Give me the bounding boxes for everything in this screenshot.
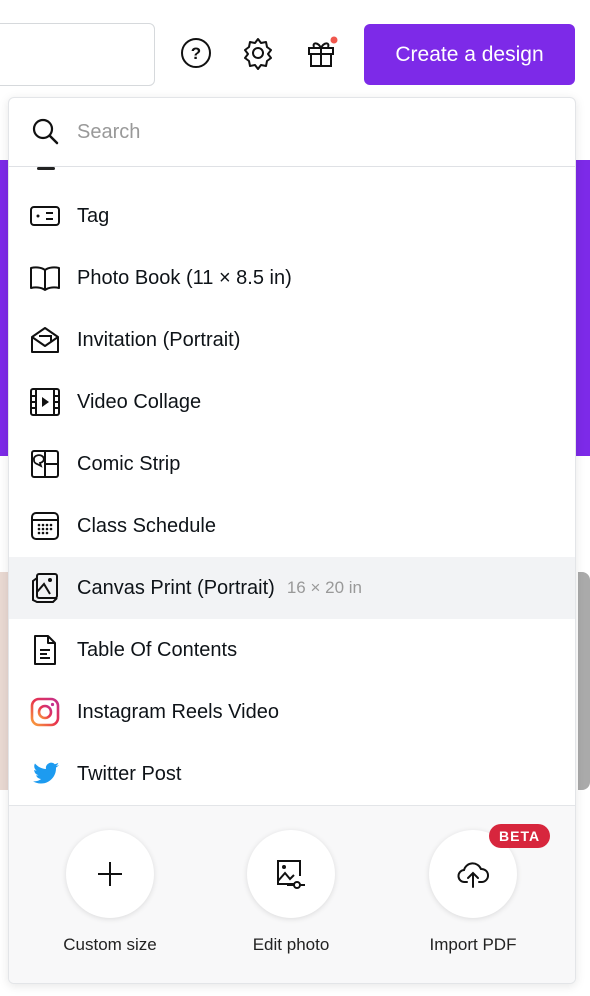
beta-badge: BETA	[489, 824, 551, 848]
list-item-tag[interactable]: Tag	[9, 185, 575, 247]
list-item-photo-book[interactable]: Photo Book (11 × 8.5 in)	[9, 247, 575, 309]
search-icon	[32, 118, 59, 145]
item-label: Canvas Print (Portrait)	[77, 576, 275, 599]
item-dimensions: 16 × 20 in	[286, 578, 362, 597]
action-label: Custom size	[63, 935, 157, 954]
create-design-button[interactable]: Create a design	[364, 24, 575, 85]
create-design-dropdown: Tag Photo Book (11 × 8.5 in) Invitation …	[8, 97, 576, 984]
dropdown-search	[9, 98, 575, 167]
custom-size-button[interactable]	[66, 830, 154, 918]
custom-size-action[interactable]: Custom size	[40, 830, 180, 955]
edit-photo-button[interactable]	[247, 830, 335, 918]
gift-icon[interactable]	[304, 36, 338, 70]
item-label: Table Of Contents	[77, 638, 238, 661]
cloud-upload-icon	[457, 862, 489, 888]
calendar-icon	[31, 512, 59, 540]
edit-photo-icon	[277, 860, 305, 889]
action-label: Edit photo	[252, 935, 330, 954]
design-type-list[interactable]: Tag Photo Book (11 × 8.5 in) Invitation …	[9, 167, 575, 805]
quick-actions: Custom size Edit photo BETA Import PDF	[9, 805, 575, 983]
item-label: Twitter Post	[77, 762, 182, 785]
envelope-icon	[31, 327, 59, 353]
item-label: Class Schedule	[77, 514, 216, 537]
settings-icon[interactable]	[241, 36, 275, 70]
comic-icon	[31, 450, 59, 478]
list-item-instagram-reels[interactable]: Instagram Reels Video	[9, 681, 575, 743]
instagram-icon	[30, 697, 60, 727]
list-item-invitation[interactable]: Invitation (Portrait)	[9, 309, 575, 371]
help-icon[interactable]: ?	[179, 36, 213, 70]
item-label: Video Collage	[77, 390, 202, 413]
item-label: Comic Strip	[77, 452, 181, 475]
list-item-canvas-print[interactable]: Canvas Print (Portrait) 16 × 20 in	[9, 557, 575, 619]
list-item-video-collage[interactable]: Video Collage	[9, 371, 575, 433]
import-pdf-action[interactable]: BETA Import PDF	[403, 824, 551, 955]
tag-icon	[30, 206, 60, 226]
item-label: Instagram Reels Video	[77, 700, 279, 723]
top-search-input[interactable]	[0, 23, 155, 86]
svg-text:?: ?	[191, 44, 201, 63]
list-item-partial	[9, 167, 575, 185]
twitter-icon	[33, 762, 59, 784]
canvas-print-icon	[32, 573, 58, 603]
item-label: Tag	[77, 204, 110, 227]
video-icon	[30, 388, 60, 416]
background-card	[578, 572, 590, 790]
edit-photo-action[interactable]: Edit photo	[221, 830, 361, 955]
item-label: Invitation (Portrait)	[77, 328, 241, 351]
list-item-comic-strip[interactable]: Comic Strip	[9, 433, 575, 495]
list-item-class-schedule[interactable]: Class Schedule	[9, 495, 575, 557]
list-item-twitter-post[interactable]: Twitter Post	[9, 743, 575, 805]
search-input[interactable]	[77, 120, 477, 144]
item-label: Photo Book (11 × 8.5 in)	[77, 266, 292, 289]
plus-icon	[98, 862, 122, 886]
document-icon	[34, 635, 56, 665]
book-icon	[30, 266, 60, 291]
list-item-table-of-contents[interactable]: Table Of Contents	[9, 619, 575, 681]
action-label: Import PDF	[429, 935, 517, 954]
